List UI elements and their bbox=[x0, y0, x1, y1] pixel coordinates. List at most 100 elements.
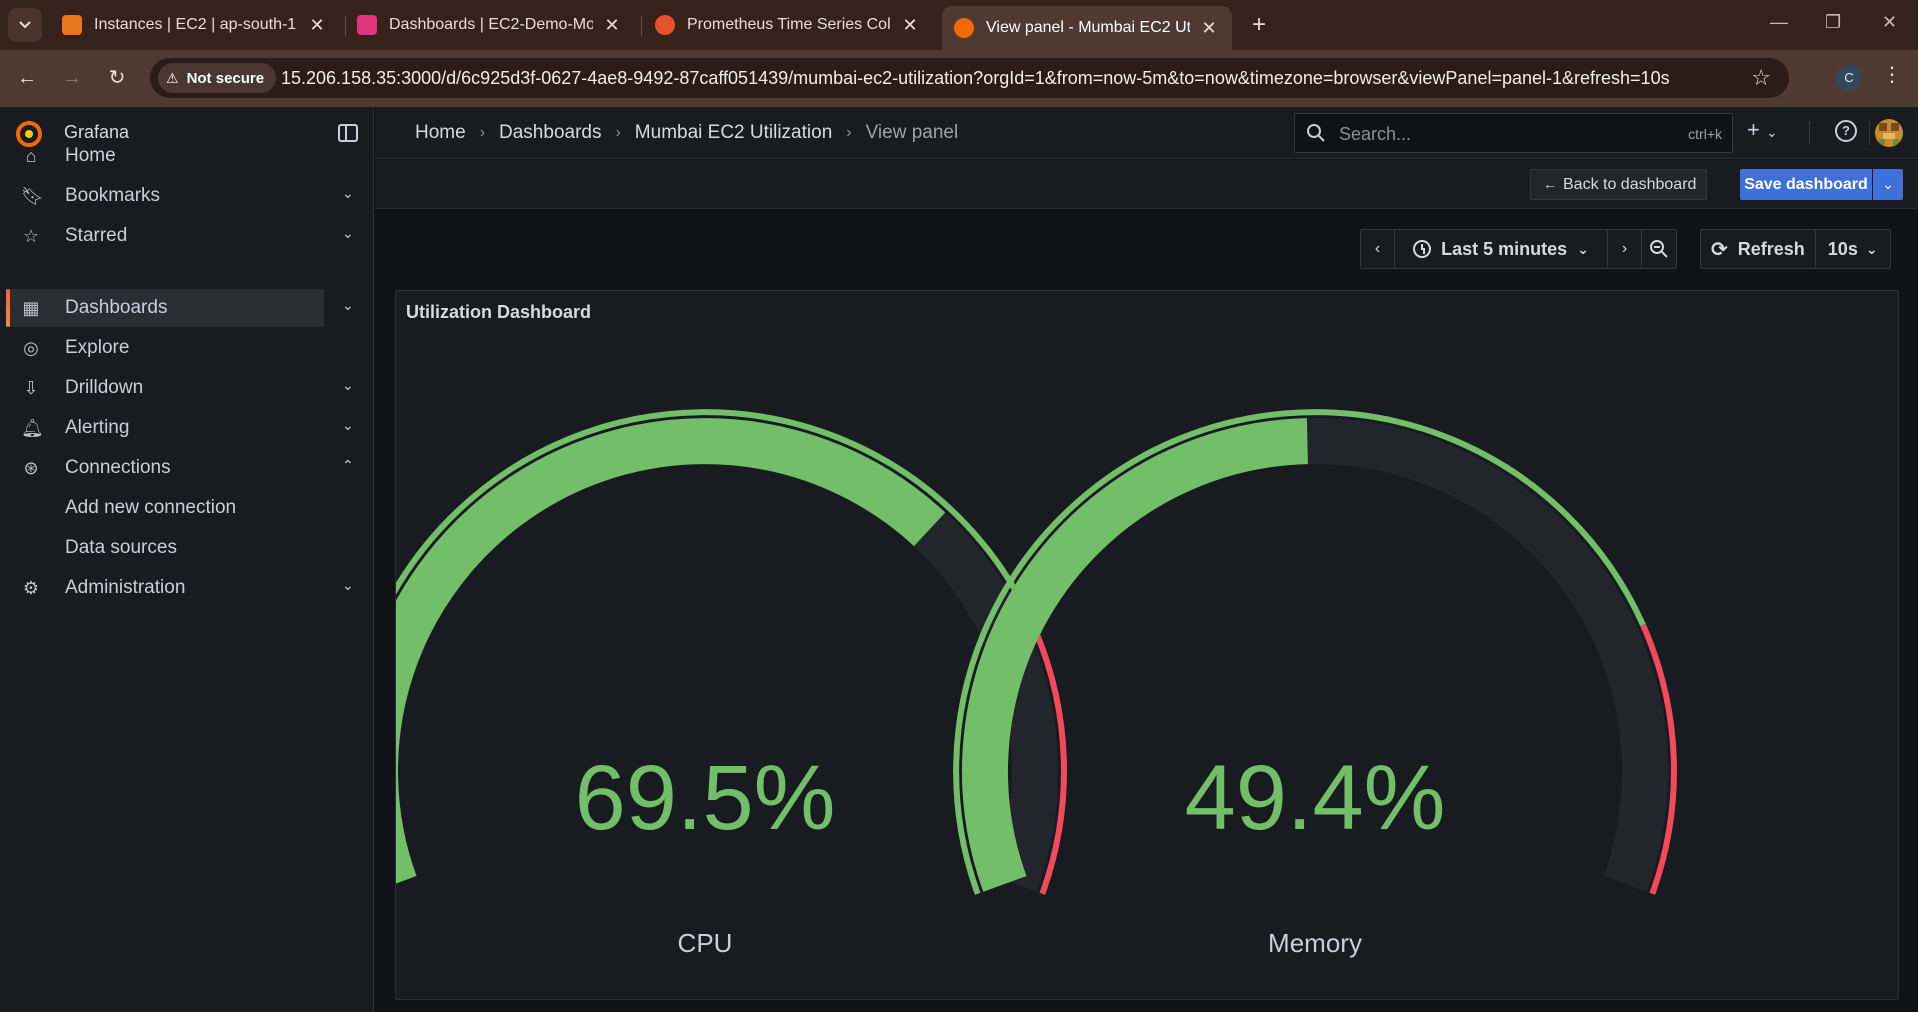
refresh-interval-value: 10s bbox=[1827, 238, 1858, 259]
minimize-icon[interactable]: — bbox=[1770, 12, 1788, 33]
close-icon[interactable]: ✕ bbox=[306, 15, 328, 36]
nav-subitem-data-sources[interactable]: Data sources bbox=[65, 537, 177, 559]
refresh-interval-select[interactable]: 10s ⌄ bbox=[1816, 230, 1890, 268]
chevron-right-icon: › bbox=[615, 124, 621, 141]
breadcrumb-home[interactable]: Home bbox=[415, 122, 466, 144]
cloudwatch-icon bbox=[357, 15, 377, 35]
nav-label: Home bbox=[65, 145, 116, 166]
search-placeholder: Search... bbox=[1339, 124, 1412, 144]
search-shortcut: ctrl+k bbox=[1688, 126, 1722, 142]
tab-search-button[interactable] bbox=[8, 8, 42, 42]
nav-item-dashboards[interactable]: ▦ Dashboards ⌄ bbox=[6, 289, 354, 327]
dashboard-actions-bar: ← Back to dashboard Save dashboard ⌄ bbox=[375, 160, 1918, 209]
browser-tab-active[interactable]: View panel - Mumbai EC2 Utiliz ✕ bbox=[942, 6, 1232, 50]
clock-icon bbox=[1413, 240, 1432, 258]
time-shift-forward-button[interactable]: › bbox=[1608, 230, 1642, 268]
refresh-button[interactable]: ⟳ Refresh bbox=[1701, 230, 1816, 268]
chevron-down-icon: ⌄ bbox=[1865, 240, 1878, 257]
breadcrumb-dashboard[interactable]: Mumbai EC2 Utilization bbox=[635, 122, 832, 144]
save-dashboard-button[interactable]: Save dashboard bbox=[1740, 169, 1872, 200]
reload-icon[interactable]: ↻ bbox=[103, 64, 131, 92]
zoom-out-button[interactable] bbox=[1642, 230, 1676, 268]
new-menu-button[interactable]: + ⌄ bbox=[1747, 117, 1778, 143]
chevron-down-icon: ⌄ bbox=[1882, 176, 1894, 192]
gauge-chart: 69.5% CPU 49.4% Memory bbox=[396, 409, 1677, 958]
chevron-up-icon[interactable]: ⌃ bbox=[342, 457, 354, 474]
nav-item-alerting[interactable]: 🔔︎ Alerting ⌄ bbox=[8, 409, 354, 447]
security-label: Not secure bbox=[186, 69, 265, 87]
grafana-icon bbox=[954, 18, 974, 38]
nav-label: Dashboards bbox=[65, 297, 168, 318]
chevron-down-icon[interactable]: ⌄ bbox=[342, 297, 354, 314]
nav-subitem-add-new-connection[interactable]: Add new connection bbox=[65, 497, 236, 519]
time-range-picker: ‹ Last 5 minutes ⌄ › bbox=[1360, 229, 1677, 269]
browser-tab[interactable]: Prometheus Time Series Collect ✕ bbox=[643, 6, 933, 44]
restore-icon[interactable]: ❐ bbox=[1825, 12, 1841, 33]
browser-tab[interactable]: Dashboards | EC2-Demo-Monit ✕ bbox=[345, 6, 635, 44]
chevron-down-icon[interactable]: ⌄ bbox=[342, 225, 354, 242]
time-shift-back-button[interactable]: ‹ bbox=[1361, 230, 1395, 268]
gauge-label: Memory bbox=[1268, 928, 1362, 958]
drilldown-icon: ⇩ bbox=[23, 378, 39, 398]
close-icon[interactable]: ✕ bbox=[899, 15, 921, 36]
tab-title: Prometheus Time Series Collect bbox=[687, 16, 891, 33]
window-close-icon[interactable]: ✕ bbox=[1882, 12, 1897, 33]
chevron-down-icon[interactable]: ⌄ bbox=[342, 377, 354, 394]
user-avatar[interactable] bbox=[1875, 119, 1903, 147]
nav-item-administration[interactable]: ⚙ Administration ⌄ bbox=[8, 569, 354, 607]
search-input[interactable]: Search... ctrl+k bbox=[1294, 113, 1733, 153]
mega-menu: Grafana ⌂ Home 🔖︎ Bookmarks ⌄ ☆ Starred … bbox=[0, 107, 374, 1012]
browser-tab[interactable]: Instances | EC2 | ap-south-1 ✕ bbox=[50, 6, 340, 44]
browser-tab-strip: Instances | EC2 | ap-south-1 ✕ Dashboard… bbox=[0, 0, 1918, 50]
tab-title: View panel - Mumbai EC2 Utiliz bbox=[986, 19, 1190, 36]
gauge-value-text: 49.4% bbox=[1185, 747, 1446, 849]
nav-label: Connections bbox=[65, 457, 171, 478]
compass-icon: ◎ bbox=[23, 338, 39, 358]
breadcrumb-dashboards[interactable]: Dashboards bbox=[499, 122, 601, 144]
address-bar[interactable]: ⚠ Not secure 15.206.158.35:3000/d/6c925d… bbox=[150, 58, 1789, 98]
back-to-dashboard-button[interactable]: ← Back to dashboard bbox=[1530, 169, 1708, 200]
nav-item-drilldown[interactable]: ⇩ Drilldown ⌄ bbox=[8, 369, 353, 407]
chevron-down-icon: ⌄ bbox=[1765, 124, 1778, 140]
nav-item-explore[interactable]: ◎ Explore bbox=[8, 329, 324, 367]
back-arrow-icon[interactable]: ← bbox=[13, 64, 41, 92]
nav-label: Drilldown bbox=[65, 377, 144, 398]
new-tab-button[interactable]: + bbox=[1244, 10, 1274, 40]
gauge-panel: Utilization Dashboard 69.5% CPU 49.4% Memor… bbox=[395, 290, 1899, 1000]
chevron-down-icon[interactable]: ⌄ bbox=[342, 577, 354, 594]
nav-label: Alerting bbox=[65, 417, 130, 438]
nav-label: Bookmarks bbox=[65, 185, 161, 206]
nav-item-connections[interactable]: ⊛ Connections ⌃ bbox=[8, 449, 353, 487]
gauge-label: CPU bbox=[678, 928, 733, 958]
save-options-button[interactable]: ⌄ bbox=[1873, 169, 1903, 200]
time-range-button[interactable]: Last 5 minutes ⌄ bbox=[1395, 230, 1608, 268]
search-icon bbox=[1307, 124, 1325, 142]
arrow-left-icon: ← bbox=[1543, 176, 1557, 192]
chevron-down-icon: ⌄ bbox=[1577, 240, 1589, 257]
zoom-out-icon bbox=[1650, 240, 1668, 258]
close-icon[interactable]: ✕ bbox=[1198, 18, 1220, 39]
chevron-down-icon[interactable]: ⌄ bbox=[342, 185, 354, 202]
dashboards-icon: ▦ bbox=[22, 298, 40, 318]
breadcrumb-current: View panel bbox=[865, 122, 959, 143]
chevron-down-icon[interactable]: ⌄ bbox=[342, 417, 354, 434]
connections-icon: ⊛ bbox=[23, 458, 39, 478]
nav-item-home[interactable]: ⌂ Home bbox=[8, 137, 324, 175]
forward-arrow-icon[interactable]: → bbox=[58, 64, 86, 92]
browser-menu-icon[interactable]: ⋮ bbox=[1882, 62, 1902, 87]
nav-item-bookmarks[interactable]: 🔖︎ Bookmarks ⌄ bbox=[8, 177, 354, 215]
url-text[interactable]: 15.206.158.35:3000/d/6c925d3f-0627-4ae8-… bbox=[281, 68, 1670, 89]
time-range-label: Last 5 minutes bbox=[1441, 238, 1568, 259]
help-icon[interactable]: ? bbox=[1835, 120, 1857, 142]
close-icon[interactable]: ✕ bbox=[601, 15, 623, 36]
dock-menu-icon[interactable] bbox=[338, 124, 358, 142]
security-indicator[interactable]: ⚠ Not secure bbox=[158, 63, 277, 93]
profile-avatar[interactable]: C bbox=[1836, 65, 1862, 91]
nav-item-starred[interactable]: ☆ Starred ⌄ bbox=[8, 217, 354, 255]
bookmark-star-icon[interactable]: ☆ bbox=[1751, 65, 1771, 91]
chevron-right-icon: › bbox=[479, 124, 486, 141]
prometheus-icon bbox=[655, 15, 675, 35]
gauge-value-text: 69.5% bbox=[575, 747, 836, 849]
nav-label: Explore bbox=[65, 337, 130, 358]
grafana-topbar: Home › Dashboards › Mumbai EC2 Utilizati… bbox=[375, 107, 1918, 159]
